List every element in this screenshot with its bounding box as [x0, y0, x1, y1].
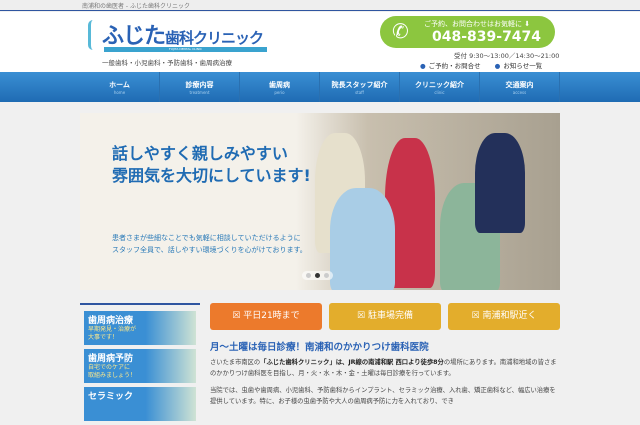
staff-photo [330, 188, 395, 290]
tel-label: ご予約、お問合わせはお気軽に ⬇ [424, 20, 531, 28]
intro-paragraph-2: 当院では、虫歯や歯周病、小児歯科、予防歯科からインプラント、セラミック治療、入れ… [210, 387, 556, 405]
nav-home[interactable]: ホーム home [80, 72, 160, 102]
nav-staff[interactable]: 院長スタッフ紹介 staff [320, 72, 400, 102]
logo-subtext: 歯科クリニック [165, 29, 264, 47]
nav-clinic[interactable]: クリニック紹介 clinic [400, 72, 480, 102]
feature-weekday-21[interactable]: ☒ 平日21時まで [210, 303, 322, 330]
nav-access[interactable]: 交通案内 access [480, 72, 560, 102]
contact-link[interactable]: ご予約・お問合せ [420, 60, 481, 70]
hero-text-line1: 患者さまが些細なことでも気軽に相談していただけるように [112, 234, 301, 242]
banner-perio-prevention[interactable]: 歯周病予防 自宅でのケアに 取組みましょう！ [84, 349, 196, 383]
nav-treatment[interactable]: 診療内容 treatment [160, 72, 240, 102]
site-description: 南浦和の歯医者 - ふじた歯科クリニック [82, 3, 190, 10]
sidebar: 歯周病治療 早期発見・治療が 大事です！ 歯周病予防 自宅でのケアに 取組みましょう！ … [80, 303, 200, 425]
hours: 受付 9:30〜13:00／14:30〜21:00 [454, 52, 560, 60]
feature-parking[interactable]: ☒ 駐車場完備 [329, 303, 441, 330]
top-bar: 南浦和の歯医者 - ふじた歯科クリニック [0, 0, 640, 11]
tooth-logo-icon [88, 20, 98, 50]
intro-section: 月〜土曜は毎日診療！南浦和のかかりつけ歯科医院 さいたま市南区の「ふじた歯科クリ… [210, 339, 560, 413]
tel-number[interactable]: 048-839-7474 [432, 29, 541, 45]
logo-en: FUJITA DENTAL CLINIC [104, 47, 267, 52]
phone-icon: ✆ [392, 19, 409, 43]
intro-heading: 月〜土曜は毎日診療！南浦和のかかりつけ歯科医院 [210, 342, 429, 353]
hero-text-line2: スタッフ全員で、話しやすい環境づくりを心がけております。 [112, 246, 307, 254]
slider-dot-active[interactable] [315, 273, 320, 278]
banner-perio-treatment[interactable]: 歯周病治療 早期発見・治療が 大事です！ [84, 311, 196, 345]
tel-box[interactable]: ✆ ご予約、お問合わせはお気軽に ⬇ 048-839-7474 [380, 16, 555, 48]
tagline: 一般歯科・小児歯科・予防歯科・歯周病治療 [102, 59, 232, 67]
header: ふじた歯科クリニック FUJITA DENTAL CLINIC 一般歯科・小児歯… [0, 12, 640, 72]
slider-dot[interactable] [324, 273, 329, 278]
logo-text: ふじた [102, 24, 166, 49]
hero-title-line1: 話しやすく親しみやすい [112, 144, 288, 163]
logo[interactable]: ふじた歯科クリニック FUJITA DENTAL CLINIC 一般歯科・小児歯… [88, 18, 268, 67]
nav-perio[interactable]: 歯周病 perio [240, 72, 320, 102]
hero-slider: 話しやすく親しみやすい雰囲気を大切にしています! 患者さまが些細なことでも気軽に… [80, 113, 560, 290]
feature-station[interactable]: ☒ 南浦和駅近く [448, 303, 560, 330]
news-link[interactable]: お知らせ一覧 [495, 60, 542, 70]
slider-dots [302, 271, 333, 280]
main-nav: ホーム home 診療内容 treatment 歯周病 perio 院長スタッフ紹介 s… [0, 72, 640, 102]
banner-ceramic[interactable]: セラミック [84, 387, 196, 421]
staff-photo [475, 133, 525, 233]
hero-title-line2: 雰囲気を大切にしています! [112, 166, 311, 185]
intro-paragraph: さいたま市南区の「ふじた歯科クリニック」は、JR線の南浦和駅 西口より徒歩8分の… [210, 359, 557, 377]
slider-dot[interactable] [306, 273, 311, 278]
